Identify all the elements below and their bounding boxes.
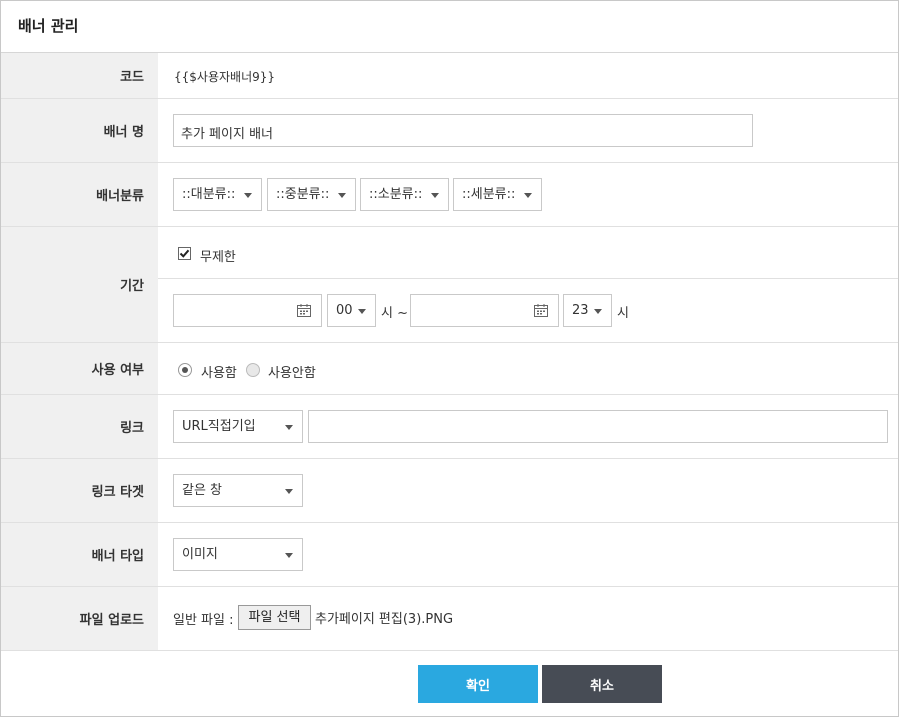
- file-upload-prefix: 일반 파일 :: [173, 613, 234, 628]
- link-type-value: URL직접기입: [182, 419, 256, 434]
- category-small-select[interactable]: ::소분류::: [360, 178, 449, 211]
- banner-type-select[interactable]: 이미지: [173, 538, 303, 571]
- chevron-down-icon: [285, 553, 293, 558]
- code-label: 코드: [1, 53, 158, 98]
- usage-row: 사용 여부 사용함 사용안함: [1, 343, 898, 395]
- link-label: 링크: [1, 395, 158, 458]
- code-value: {{$사용자배너9}}: [174, 70, 276, 84]
- link-row: 링크 URL직접기입: [1, 395, 898, 459]
- chevron-down-icon: [594, 309, 602, 314]
- period-row: 기간 무제한 00 시 ~ 23 시: [1, 227, 898, 343]
- banner-name-input[interactable]: 추가 페이지 배너: [173, 114, 753, 147]
- confirm-button[interactable]: 확인: [418, 665, 538, 703]
- banner-type-row: 배너 타입 이미지: [1, 523, 898, 587]
- dialog-title: 배너 관리: [18, 17, 79, 35]
- link-target-select[interactable]: 같은 창: [173, 474, 303, 507]
- chevron-down-icon: [244, 193, 252, 198]
- end-date-input[interactable]: [410, 294, 559, 327]
- usage-use-label: 사용함: [201, 366, 237, 381]
- chevron-down-icon: [358, 309, 366, 314]
- link-target-value: 같은 창: [182, 483, 223, 498]
- usage-label: 사용 여부: [1, 343, 158, 394]
- period-divider: [158, 278, 898, 279]
- chevron-down-icon: [524, 193, 532, 198]
- category-detail-value: ::세분류::: [462, 187, 516, 202]
- unlimited-label: 무제한: [200, 250, 236, 265]
- link-target-row: 링크 타겟 같은 창: [1, 459, 898, 523]
- end-hour-value: 23: [572, 303, 589, 318]
- radio-selected-icon: [182, 367, 188, 373]
- period-label: 기간: [1, 227, 158, 342]
- checkbox-checked-icon: [179, 249, 190, 258]
- chevron-down-icon: [431, 193, 439, 198]
- code-row: 코드 {{$사용자배너9}}: [1, 53, 898, 99]
- category-large-select[interactable]: ::대분류::: [173, 178, 262, 211]
- unlimited-checkbox[interactable]: [178, 247, 191, 260]
- name-row: 배너 명 추가 페이지 배너: [1, 99, 898, 163]
- category-row: 배너분류 ::대분류:: ::중분류:: ::소분류:: ::세분류::: [1, 163, 898, 227]
- end-hour-select[interactable]: 23: [563, 294, 612, 327]
- banner-type-label: 배너 타입: [1, 523, 158, 586]
- start-hour-select[interactable]: 00: [327, 294, 376, 327]
- cancel-button[interactable]: 취소: [542, 665, 662, 703]
- start-hour-unit: 시 ~: [381, 306, 408, 321]
- start-date-input[interactable]: [173, 294, 322, 327]
- chevron-down-icon: [285, 425, 293, 430]
- file-upload-label: 파일 업로드: [1, 587, 158, 650]
- banner-management-dialog: 배너 관리 코드 {{$사용자배너9}} 배너 명 추가 페이지 배너 배너분류…: [0, 0, 899, 717]
- end-hour-unit: 시: [617, 306, 629, 321]
- banner-type-value: 이미지: [182, 547, 218, 562]
- link-target-label: 링크 타겟: [1, 459, 158, 522]
- link-type-select[interactable]: URL직접기입: [173, 410, 303, 443]
- name-label: 배너 명: [1, 99, 158, 162]
- category-label: 배너분류: [1, 163, 158, 226]
- selected-file-name: 추가페이지 편집(3).PNG: [315, 612, 454, 627]
- category-medium-value: ::중분류::: [276, 187, 330, 202]
- start-hour-value: 00: [336, 303, 353, 318]
- calendar-icon[interactable]: [297, 304, 311, 317]
- calendar-icon[interactable]: [534, 304, 548, 317]
- banner-name-value: 추가 페이지 배너: [181, 127, 273, 142]
- usage-use-radio[interactable]: [178, 363, 192, 377]
- chevron-down-icon: [285, 489, 293, 494]
- category-large-value: ::대분류::: [182, 187, 236, 202]
- category-medium-select[interactable]: ::중분류::: [267, 178, 356, 211]
- chevron-down-icon: [338, 193, 346, 198]
- usage-nouse-label: 사용안함: [268, 366, 316, 381]
- category-detail-select[interactable]: ::세분류::: [453, 178, 542, 211]
- dialog-header: 배너 관리: [1, 1, 898, 53]
- category-small-value: ::소분류::: [369, 187, 423, 202]
- file-upload-row: 파일 업로드 일반 파일 : 파일 선택 추가페이지 편집(3).PNG: [1, 587, 898, 651]
- choose-file-button[interactable]: 파일 선택: [238, 605, 311, 630]
- link-url-input[interactable]: [308, 410, 888, 443]
- usage-nouse-radio[interactable]: [246, 363, 260, 377]
